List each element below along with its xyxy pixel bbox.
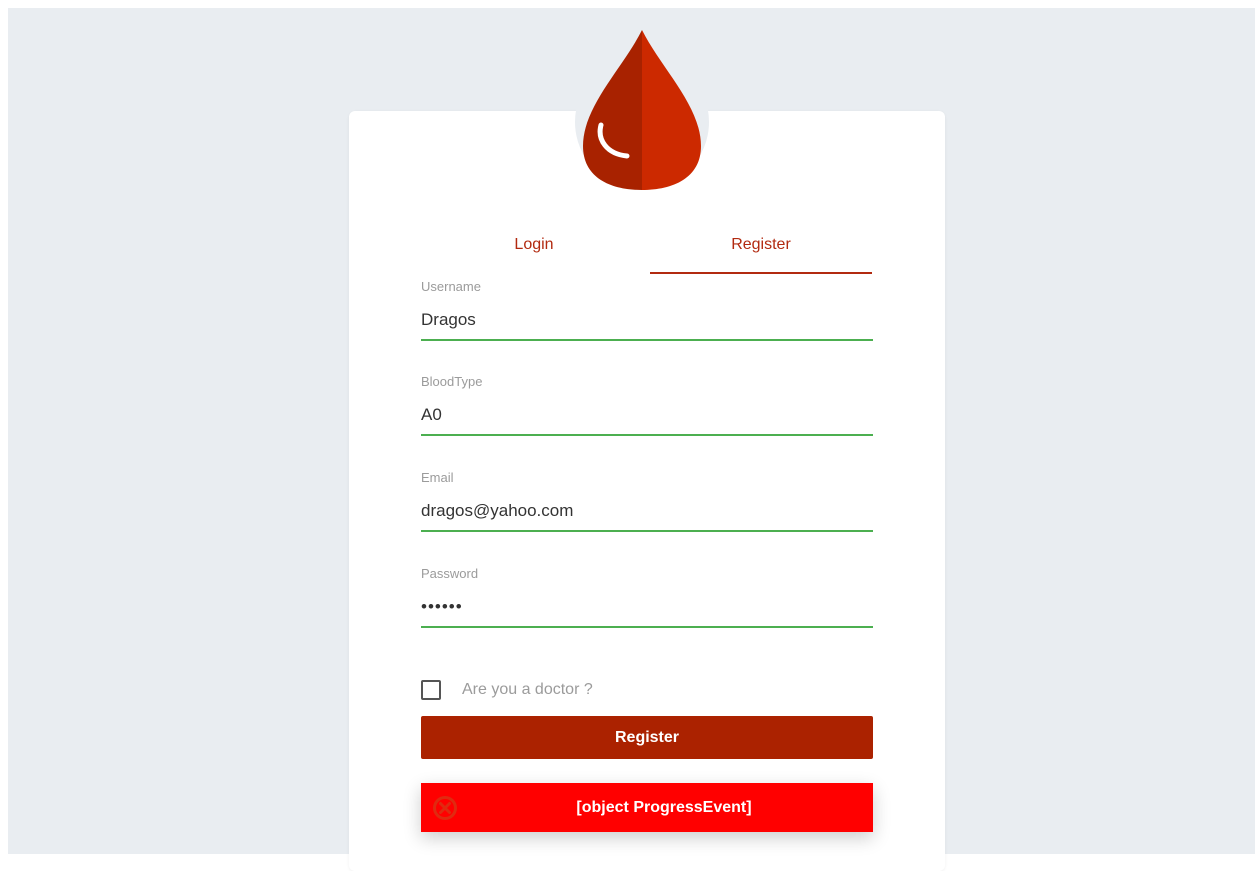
bloodtype-label: BloodType — [421, 374, 483, 389]
bloodtype-input[interactable] — [421, 396, 873, 436]
toast-message: [object ProgressEvent] — [576, 798, 752, 816]
email-label: Email — [421, 470, 454, 485]
password-field: Password — [421, 566, 873, 636]
username-field: Username — [421, 279, 873, 349]
tab-login[interactable]: Login — [423, 225, 645, 275]
active-tab-indicator — [650, 272, 872, 274]
email-input[interactable] — [421, 492, 873, 532]
password-input[interactable] — [421, 588, 873, 628]
doctor-checkbox-label[interactable]: Are you a doctor ? — [462, 681, 593, 699]
auth-tabs: Login Register — [421, 225, 873, 275]
register-button[interactable]: Register — [421, 716, 873, 759]
doctor-checkbox[interactable] — [421, 680, 441, 700]
error-toast[interactable]: [object ProgressEvent] — [421, 783, 873, 832]
doctor-checkbox-row: Are you a doctor ? — [421, 676, 721, 704]
error-circle-icon — [433, 796, 457, 820]
bloodtype-field: BloodType — [421, 374, 873, 444]
email-field: Email — [421, 470, 873, 540]
username-label: Username — [421, 279, 481, 294]
password-label: Password — [421, 566, 479, 581]
blood-drop-icon — [583, 30, 701, 190]
username-input[interactable] — [421, 301, 873, 341]
tab-register[interactable]: Register — [650, 225, 872, 275]
